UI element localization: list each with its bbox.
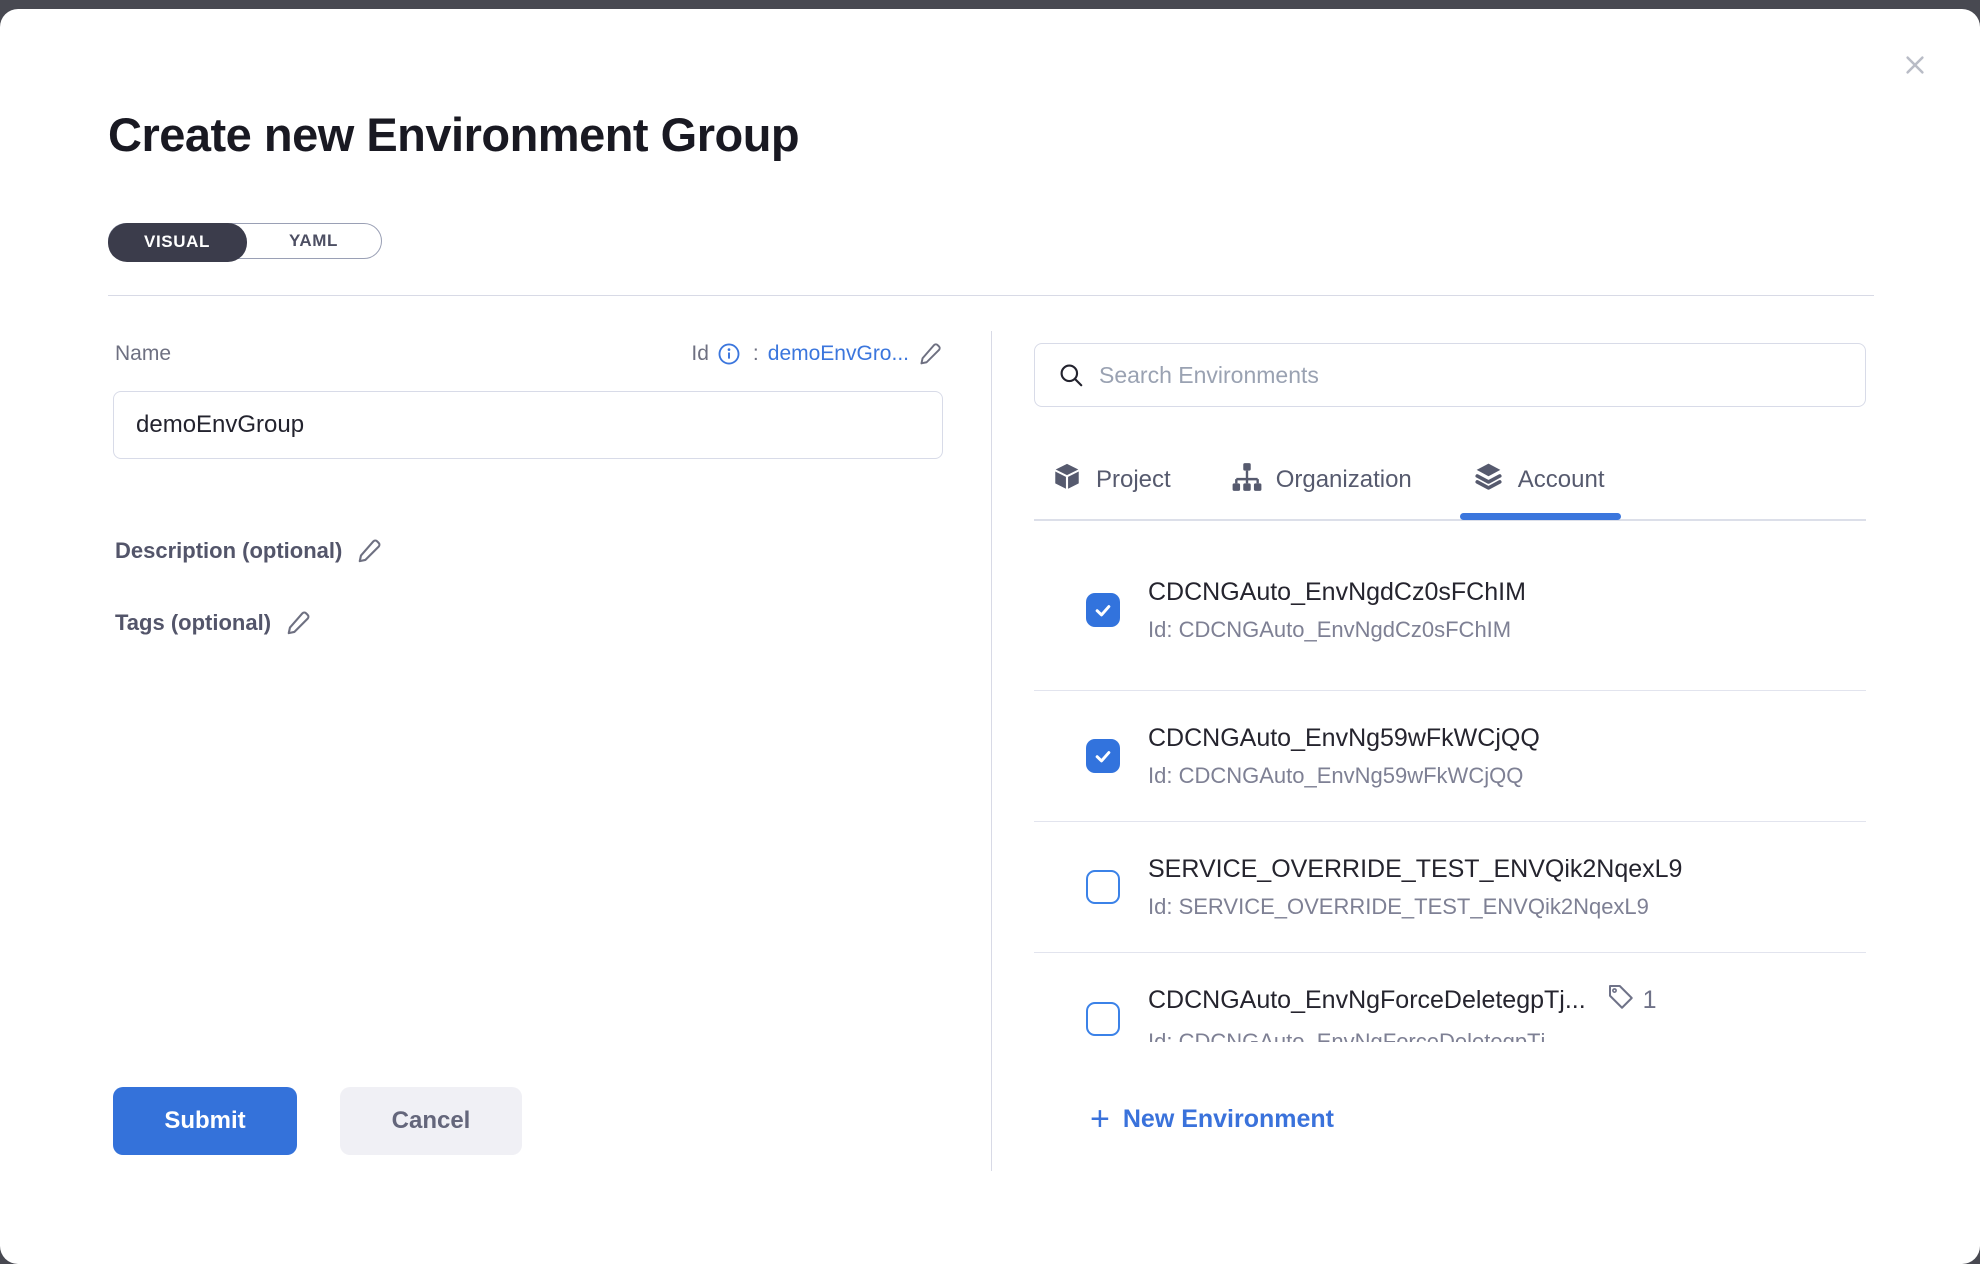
- name-id-row: Name Id : demoEnvGro...: [115, 341, 943, 366]
- tag-icon: [1606, 982, 1636, 1019]
- plus-icon: +: [1090, 1104, 1110, 1134]
- environment-list[interactable]: CDCNGAuto_EnvNgdCz0sFChIM Id: CDCNGAuto_E…: [1034, 530, 1866, 1042]
- environment-checkbox[interactable]: [1086, 1002, 1120, 1036]
- tab-label: Organization: [1276, 466, 1412, 494]
- id-label: Id: [691, 342, 709, 366]
- environment-name: CDCNGAuto_EnvNgForceDeletegpTj...: [1148, 986, 1586, 1015]
- visual-toggle-button[interactable]: VISUAL: [108, 223, 247, 262]
- tab-account[interactable]: Account: [1472, 460, 1605, 500]
- environment-checkbox[interactable]: [1086, 739, 1120, 773]
- environment-id: Id: CDCNGAuto_EnvNg59wFkWCjQQ: [1148, 763, 1540, 789]
- environment-name: SERVICE_OVERRIDE_TEST_ENVQik2NqexL9: [1148, 855, 1682, 884]
- name-label: Name: [115, 342, 171, 366]
- environment-list-item: SERVICE_OVERRIDE_TEST_ENVQik2NqexL9 Id: S…: [1034, 822, 1866, 953]
- close-icon[interactable]: [1893, 43, 1937, 87]
- env-scope-tabs: Project Organization Account: [1034, 441, 1866, 521]
- environment-text: CDCNGAuto_EnvNgdCz0sFChIM Id: CDCNGAuto_E…: [1148, 578, 1526, 643]
- visual-yaml-toggle: YAML VISUAL: [108, 223, 382, 259]
- header-divider: [108, 295, 1874, 296]
- environment-checkbox[interactable]: [1086, 593, 1120, 627]
- environment-name: CDCNGAuto_EnvNg59wFkWCjQQ: [1148, 724, 1540, 753]
- environment-text: CDCNGAuto_EnvNgForceDeletegpTj... 1 Id: CD…: [1148, 982, 1657, 1042]
- search-environments-box: [1034, 343, 1866, 407]
- cube-icon: [1051, 461, 1083, 500]
- description-label: Description (optional): [115, 538, 342, 564]
- environment-id: Id: CDCNGAuto_EnvNgForceDeletegpTj...: [1148, 1029, 1657, 1042]
- name-input[interactable]: [113, 391, 943, 459]
- cancel-button[interactable]: Cancel: [340, 1087, 522, 1155]
- tab-label: Project: [1096, 466, 1171, 494]
- entity-id-group: Id : demoEnvGro...: [691, 341, 943, 366]
- submit-button[interactable]: Submit: [113, 1087, 297, 1155]
- panel-divider: [991, 331, 992, 1171]
- tags-label: Tags (optional): [115, 610, 271, 636]
- edit-description-pencil-icon[interactable]: [356, 537, 383, 564]
- layers-icon: [1472, 460, 1505, 500]
- edit-tags-pencil-icon[interactable]: [285, 609, 312, 636]
- id-separator: :: [753, 342, 759, 366]
- id-value-link[interactable]: demoEnvGro...: [768, 342, 909, 366]
- new-environment-button[interactable]: + New Environment: [1090, 1104, 1334, 1134]
- environment-list-item: CDCNGAuto_EnvNgForceDeletegpTj... 1 Id: CD…: [1034, 953, 1866, 1042]
- info-icon[interactable]: [718, 343, 740, 365]
- tag-count-badge: 1: [1606, 982, 1657, 1019]
- tab-label: Account: [1518, 466, 1605, 494]
- environment-text: CDCNGAuto_EnvNg59wFkWCjQQ Id: CDCNGAuto_E…: [1148, 724, 1540, 789]
- environment-id: Id: CDCNGAuto_EnvNgdCz0sFChIM: [1148, 617, 1526, 643]
- search-icon: [1057, 361, 1087, 391]
- new-environment-label: New Environment: [1123, 1105, 1334, 1134]
- environment-text: SERVICE_OVERRIDE_TEST_ENVQik2NqexL9 Id: S…: [1148, 855, 1682, 920]
- page-title: Create new Environment Group: [108, 107, 799, 162]
- edit-id-pencil-icon[interactable]: [918, 341, 943, 366]
- environment-name: CDCNGAuto_EnvNgdCz0sFChIM: [1148, 578, 1526, 607]
- environment-id: Id: SERVICE_OVERRIDE_TEST_ENVQik2NqexL9: [1148, 894, 1682, 920]
- environment-checkbox[interactable]: [1086, 870, 1120, 904]
- environment-list-item: CDCNGAuto_EnvNg59wFkWCjQQ Id: CDCNGAuto_E…: [1034, 691, 1866, 822]
- sitemap-icon: [1231, 461, 1263, 500]
- tab-project[interactable]: Project: [1051, 461, 1171, 500]
- description-row: Description (optional): [115, 537, 383, 564]
- yaml-toggle-button[interactable]: YAML: [246, 224, 381, 257]
- search-input[interactable]: [1099, 345, 1849, 405]
- tab-organization[interactable]: Organization: [1231, 461, 1412, 500]
- tag-count: 1: [1643, 986, 1657, 1015]
- create-environment-group-dialog: Create new Environment Group YAML VISUAL…: [0, 9, 1980, 1264]
- environment-list-item: CDCNGAuto_EnvNgdCz0sFChIM Id: CDCNGAuto_E…: [1034, 530, 1866, 691]
- tags-row: Tags (optional): [115, 609, 312, 636]
